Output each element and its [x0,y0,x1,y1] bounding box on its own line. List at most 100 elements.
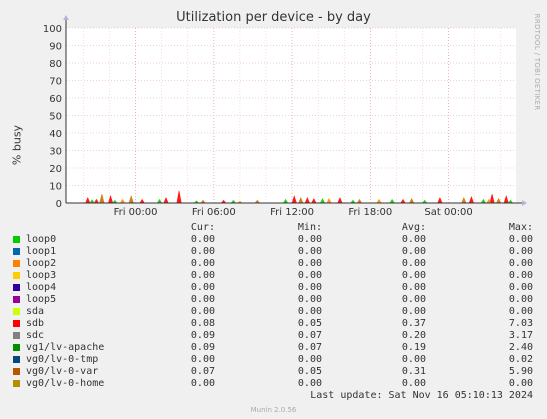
munin-version: Munin 2.0.56 [250,406,297,414]
legend-series-name: sdb [26,318,45,329]
legend-cur-value: 0.00 [190,270,215,281]
legend-avg-value: 0.19 [401,342,426,353]
x-axis-arrow [522,200,527,206]
y-tick-label: 0 [56,199,62,210]
legend-avg-value: 0.00 [401,246,426,257]
legend-swatch [13,272,20,279]
legend-min-value: 0.00 [297,378,322,389]
legend-swatch [13,356,20,363]
legend-cur-value: 0.00 [190,282,215,293]
legend-min-value: 0.00 [297,282,322,293]
legend-max-value: 2.40 [508,342,533,353]
y-axis-arrow [63,15,69,20]
y-tick-label: 70 [49,77,62,88]
legend-swatch [13,320,20,327]
legend-cur-value: 0.09 [190,330,215,341]
legend-max-value: 0.00 [508,258,533,269]
legend-max-value: 0.00 [508,282,533,293]
legend-min-value: 0.00 [297,306,322,317]
legend-max-value: 0.00 [508,378,533,389]
legend-cur-value: 0.00 [190,354,215,365]
legend-avg-value: 0.00 [401,258,426,269]
legend-min-value: 0.00 [297,234,322,245]
x-tick-label: Sat 00:00 [424,207,472,218]
legend-cur-value: 0.08 [190,318,215,329]
legend-series-name: loop0 [26,234,57,245]
legend-avg-value: 0.00 [401,306,426,317]
legend-cur-value: 0.00 [190,294,215,305]
legend-max-value: 0.00 [508,270,533,281]
legend-header: Cur: Min: Avg: Max: [0,222,547,234]
legend-row: loop2 0.00 0.00 0.00 0.00 [0,258,547,270]
legend-max-value: 7.03 [508,318,533,329]
legend-series-name: vg1/lv-apache [26,342,105,353]
legend-swatch [13,284,20,291]
legend-max-value: 0.00 [508,234,533,245]
legend-swatch [13,344,20,351]
legend-min-value: 0.05 [297,366,322,377]
legend-swatch [13,332,20,339]
legend-row: loop4 0.00 0.00 0.00 0.00 [0,282,547,294]
y-tick-label: 60 [49,94,62,105]
y-tick-label: 10 [49,182,62,193]
legend-row: vg0/lv-0-home 0.00 0.00 0.00 0.00 [0,378,547,390]
legend-max-value: 0.00 [508,294,533,305]
y-tick-label: 30 [49,147,62,158]
legend-row: vg0/lv-0-var 0.07 0.05 0.31 5.90 [0,366,547,378]
y-tick-label: 80 [49,59,62,70]
legend-cur-value: 0.00 [190,378,215,389]
plot-area: 0 10 20 30 40 50 60 70 80 90 100 Fri 00:00 Fri 06:00… [43,15,527,218]
legend-cur-value: 0.00 [190,306,215,317]
legend-series-name: loop2 [26,258,57,269]
legend-min-value: 0.00 [297,294,322,305]
legend-min-value: 0.00 [297,246,322,257]
legend-series-name: loop4 [26,282,57,293]
legend-swatch [13,308,20,315]
munin-graph: Utilization per device - by day % busy R… [0,0,547,419]
legend-avg-value: 0.00 [401,270,426,281]
legend-cur-value: 0.00 [190,246,215,257]
legend-min-value: 0.00 [297,354,322,365]
legend-swatch [13,368,20,375]
legend-row: sdc 0.09 0.07 0.20 3.17 [0,330,547,342]
legend-max-value: 0.00 [508,246,533,257]
x-tick-label: Fri 12:00 [270,207,314,218]
legend-swatch [13,260,20,267]
legend-max-value: 0.00 [508,306,533,317]
legend-series-name: vg0/lv-0-tmp [26,354,99,365]
legend-max-value: 3.17 [508,330,533,341]
legend-cur-value: 0.09 [190,342,215,353]
legend-max-value: 5.90 [508,366,533,377]
x-tick-label: Fri 06:00 [192,207,236,218]
legend-header-max: Max: [508,222,533,233]
last-update: Last update: Sat Nov 16 05:10:13 2024 [310,390,533,401]
legend-avg-value: 0.37 [401,318,426,329]
legend-series-name: vg0/lv-0-var [26,366,99,377]
legend-max-value: 0.02 [508,354,533,365]
legend-min-value: 0.07 [297,330,322,341]
legend-series-name: loop3 [26,270,57,281]
legend-series-name: loop5 [26,294,57,305]
legend-series-name: sdc [26,330,45,341]
legend-avg-value: 0.20 [401,330,426,341]
legend-avg-value: 0.00 [401,378,426,389]
y-tick-label: 40 [49,129,62,140]
legend-row: loop5 0.00 0.00 0.00 0.00 [0,294,547,306]
legend-cur-value: 0.00 [190,258,215,269]
y-tick-label: 20 [49,164,62,175]
legend-min-value: 0.00 [297,270,322,281]
legend-avg-value: 0.00 [401,294,426,305]
legend-header-min: Min: [297,222,322,233]
legend-row: loop1 0.00 0.00 0.00 0.00 [0,246,547,258]
legend-cur-value: 0.07 [190,366,215,377]
legend-cur-value: 0.00 [190,234,215,245]
legend-row: loop3 0.00 0.00 0.00 0.00 [0,270,547,282]
legend-row: sdb 0.08 0.05 0.37 7.03 [0,318,547,330]
legend-avg-value: 0.00 [401,282,426,293]
y-tick-label: 100 [43,24,62,35]
legend-row: loop0 0.00 0.00 0.00 0.00 [0,234,547,246]
y-tick-label: 50 [49,112,62,123]
legend-swatch [13,248,20,255]
legend-header-cur: Cur: [190,222,215,233]
legend-series-name: sda [26,306,45,317]
